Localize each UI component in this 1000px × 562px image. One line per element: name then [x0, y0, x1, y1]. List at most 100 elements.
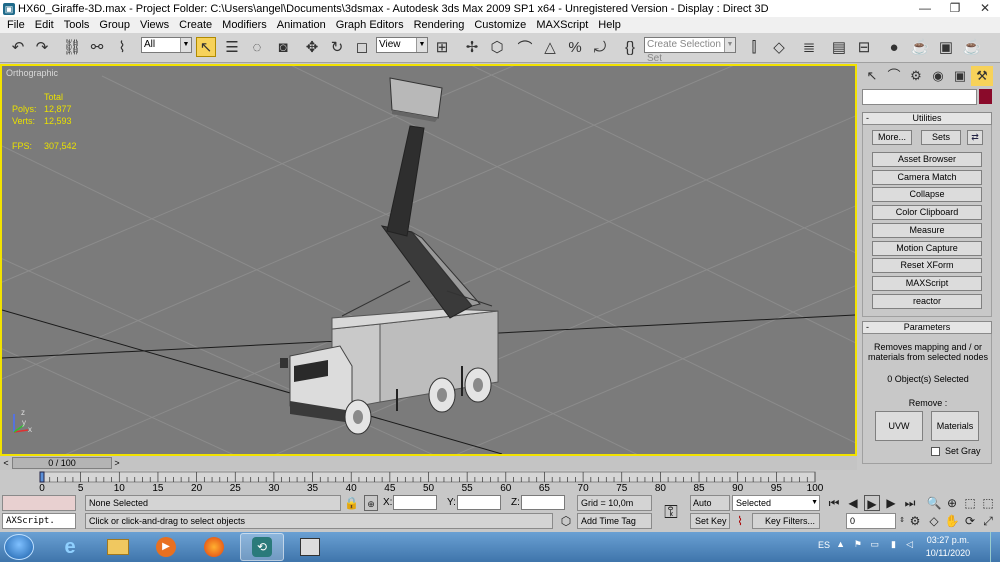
- maxscript-button[interactable]: MAXScript: [872, 276, 982, 291]
- viewport-label[interactable]: Orthographic: [6, 68, 58, 78]
- key-filters-button[interactable]: Key Filters...: [752, 513, 820, 529]
- named-selection-set-dropdown[interactable]: Create Selection Set ▼: [644, 37, 736, 64]
- motion-capture-button[interactable]: Motion Capture: [872, 241, 982, 256]
- zoom-icon[interactable]: 🔍: [926, 495, 942, 511]
- lock-selection-icon[interactable]: 🔒: [344, 495, 359, 511]
- hierarchy-tab-icon[interactable]: ⚙: [905, 66, 927, 86]
- z-coordinate-field[interactable]: [521, 495, 565, 510]
- zoom-extents-all-icon[interactable]: ⬚: [980, 495, 996, 511]
- parameters-rollout-header[interactable]: - Parameters: [862, 321, 992, 334]
- display-icon[interactable]: ▭: [870, 539, 879, 550]
- utilities-rollout-header[interactable]: - Utilities: [862, 112, 992, 125]
- menu-help[interactable]: Help: [593, 19, 626, 31]
- utilities-tab-icon[interactable]: ⚒: [971, 66, 993, 86]
- percent-snap-icon[interactable]: %: [565, 37, 585, 57]
- select-and-link-icon[interactable]: ⛓: [62, 37, 82, 57]
- uvw-button[interactable]: UVW: [875, 411, 923, 441]
- keyboard-shortcut-icon[interactable]: ⬡: [487, 37, 507, 57]
- display-tab-icon[interactable]: ▣: [949, 66, 971, 86]
- track-bar[interactable]: 0 5 10 15 20 25 30 35 40 45 50 55 60 65 70 75 80 85 90 95 10…: [0, 470, 857, 494]
- materials-button[interactable]: Materials: [931, 411, 979, 441]
- render-setup-icon[interactable]: ☕: [910, 37, 930, 57]
- minimize-button[interactable]: —: [910, 0, 940, 17]
- time-configuration-icon[interactable]: ⚙: [907, 513, 923, 529]
- key-mode-dropdown[interactable]: Selected ▼: [732, 495, 820, 511]
- menu-customize[interactable]: Customize: [469, 19, 531, 31]
- mirror-icon[interactable]: ⫿: [744, 37, 764, 57]
- create-tab-icon[interactable]: ↖: [861, 66, 883, 86]
- firefox-icon[interactable]: [192, 533, 236, 561]
- configure-sets-icon[interactable]: ⇄: [967, 130, 983, 145]
- menu-modifiers[interactable]: Modifiers: [217, 19, 272, 31]
- maxscript-listener-mini[interactable]: [2, 495, 76, 511]
- spinner-snap-icon[interactable]: ⤾: [590, 37, 610, 57]
- close-button[interactable]: ✕: [970, 0, 1000, 17]
- camera-match-button[interactable]: Camera Match: [872, 170, 982, 185]
- tray-arrow-icon[interactable]: ▲: [836, 539, 845, 549]
- go-to-end-icon[interactable]: ⏭: [902, 495, 918, 511]
- align-icon[interactable]: ◇: [769, 37, 789, 57]
- selection-filter-dropdown[interactable]: All ▼: [141, 37, 192, 53]
- zoom-all-icon[interactable]: ⊕: [944, 495, 960, 511]
- clock-date[interactable]: 10/11/2020: [918, 548, 978, 558]
- play-icon[interactable]: ▶: [864, 495, 880, 511]
- color-clipboard-button[interactable]: Color Clipboard: [872, 205, 982, 220]
- menu-group[interactable]: Group: [94, 19, 135, 31]
- schematic-view-icon[interactable]: ⊟: [854, 37, 874, 57]
- selection-region-icon[interactable]: ◌: [247, 37, 267, 57]
- curve-editor-icon[interactable]: ▤: [829, 37, 849, 57]
- time-slider[interactable]: < 0 / 100 >: [0, 456, 857, 470]
- current-frame-field[interactable]: 0: [846, 513, 896, 529]
- set-key-button[interactable]: Set Key: [690, 513, 730, 529]
- internet-explorer-icon[interactable]: e: [48, 533, 92, 561]
- zoom-extents-icon[interactable]: ⬚: [962, 495, 978, 511]
- file-explorer-icon[interactable]: [96, 533, 140, 561]
- flag-icon[interactable]: ⚑: [854, 539, 862, 550]
- show-desktop-button[interactable]: [990, 532, 1000, 562]
- select-and-scale-icon[interactable]: ◻: [352, 37, 372, 57]
- render-production-icon[interactable]: ☕: [962, 37, 982, 57]
- undo-icon[interactable]: ↶: [8, 37, 28, 57]
- frame-spinner-icon[interactable]: ⇕: [898, 513, 906, 529]
- 3ds-max-taskbar-icon[interactable]: ⟲: [240, 533, 284, 561]
- time-tag-icon[interactable]: ⬡: [558, 513, 574, 529]
- truck-model[interactable]: [280, 77, 499, 435]
- next-frame-icon[interactable]: ▶: [883, 495, 899, 511]
- menu-edit[interactable]: Edit: [30, 19, 59, 31]
- pan-view-icon[interactable]: ✋: [944, 513, 960, 529]
- window-crossing-icon[interactable]: ◙: [273, 37, 293, 57]
- collapse-button[interactable]: Collapse: [872, 187, 982, 202]
- edit-named-selection-icon[interactable]: {}: [620, 37, 640, 57]
- select-and-rotate-icon[interactable]: ↻: [327, 37, 347, 57]
- snaps-toggle-icon[interactable]: ⌒: [515, 37, 535, 57]
- menu-views[interactable]: Views: [135, 19, 174, 31]
- redo-icon[interactable]: ↷: [32, 37, 52, 57]
- orbit-icon[interactable]: ⟳: [962, 513, 978, 529]
- maximize-viewport-icon[interactable]: ⤢: [980, 513, 996, 529]
- default-tangent-icon[interactable]: ⌇: [732, 513, 748, 529]
- maximize-button[interactable]: ❐: [940, 0, 970, 17]
- language-indicator[interactable]: ES: [818, 540, 830, 550]
- network-icon[interactable]: ▮: [891, 539, 896, 550]
- menu-create[interactable]: Create: [174, 19, 217, 31]
- current-frame-marker[interactable]: [39, 471, 45, 483]
- select-by-name-icon[interactable]: ☰: [222, 37, 242, 57]
- menu-animation[interactable]: Animation: [272, 19, 331, 31]
- sets-button[interactable]: Sets: [921, 130, 961, 145]
- time-slider-thumb[interactable]: 0 / 100: [12, 457, 112, 469]
- add-time-tag-button[interactable]: Add Time Tag: [577, 513, 652, 529]
- menu-tools[interactable]: Tools: [59, 19, 95, 31]
- maxscript-mini-input[interactable]: AXScript.: [2, 513, 76, 529]
- more-button[interactable]: More...: [872, 130, 912, 145]
- clock-time[interactable]: 03:27 p.m.: [918, 535, 978, 545]
- y-coordinate-field[interactable]: [457, 495, 501, 510]
- menu-maxscript[interactable]: MAXScript: [531, 19, 593, 31]
- select-object-icon[interactable]: ↖: [196, 37, 216, 57]
- auto-key-button[interactable]: Auto Key: [690, 495, 730, 522]
- reference-coord-dropdown[interactable]: View ▼: [376, 37, 428, 53]
- angle-snap-icon[interactable]: △: [540, 37, 560, 57]
- set-gray-checkbox[interactable]: [931, 447, 940, 456]
- motion-tab-icon[interactable]: ◉: [927, 66, 949, 86]
- select-manipulate-icon[interactable]: ✢: [462, 37, 482, 57]
- field-of-view-icon[interactable]: ◇: [926, 513, 942, 529]
